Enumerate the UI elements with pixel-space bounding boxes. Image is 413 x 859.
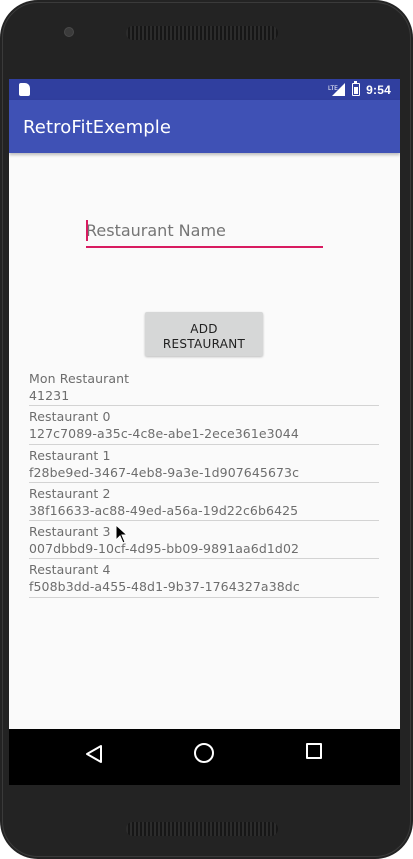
add-restaurant-button[interactable]: ADD RESTAURANT (145, 312, 263, 356)
mouse-pointer-icon (115, 524, 129, 544)
restaurant-id: f508b3dd-a455-48d1-9b37-1764327a38dc (29, 579, 300, 595)
list-item[interactable]: Mon Restaurant 41231 (29, 368, 379, 407)
battery-charging-icon (352, 81, 361, 96)
restaurant-name: Restaurant 3 (29, 524, 111, 540)
home-icon[interactable] (194, 743, 214, 763)
status-time: 9:54 (366, 82, 391, 97)
restaurant-list: Mon Restaurant 41231 Restaurant 0 127c70… (29, 368, 379, 598)
status-bar-right: LTE 9:54 (328, 81, 391, 98)
top-speaker-grille (126, 26, 278, 40)
phone-frame: LTE 9:54 RetroFitExemple ADD RESTAURANT … (0, 0, 413, 859)
sd-card-icon (19, 83, 30, 96)
restaurant-id: 127c7089-a35c-4c8e-abe1-2ece361e3044 (29, 426, 299, 442)
app-bar: RetroFitExemple (9, 100, 400, 153)
restaurant-name: Restaurant 4 (29, 562, 111, 578)
app-title: RetroFitExemple (23, 117, 172, 138)
no-sim-signal-icon: LTE (328, 83, 346, 96)
svg-text:LTE: LTE (328, 85, 338, 92)
restaurant-id: 41231 (29, 388, 70, 403)
bottom-speaker-grille (126, 822, 278, 836)
front-camera (64, 27, 74, 37)
text-caret (86, 220, 88, 241)
status-bar: LTE 9:54 (9, 79, 400, 100)
restaurant-id: 38f16633-ac88-49ed-a56a-19d22c6b6425 (29, 502, 299, 518)
list-item[interactable]: Restaurant 3 007dbbd9-10cf-4d95-bb09-989… (29, 521, 379, 560)
list-item[interactable]: Restaurant 0 127c7089-a35c-4c8e-abe1-2ec… (29, 406, 379, 445)
list-item[interactable]: Restaurant 4 f508b3dd-a455-48d1-9b37-176… (29, 559, 379, 598)
back-icon[interactable] (83, 743, 105, 765)
list-item[interactable]: Restaurant 2 38f16633-ac88-49ed-a56a-19d… (29, 483, 379, 522)
list-item[interactable]: Restaurant 1 f28be9ed-3467-4eb8-9a3e-1d9… (29, 445, 379, 483)
restaurant-name: Restaurant 2 (29, 485, 111, 501)
restaurant-name: Mon Restaurant (29, 371, 130, 386)
recent-apps-icon[interactable] (306, 743, 322, 759)
restaurant-id: f28be9ed-3467-4eb8-9a3e-1d907645673c (29, 464, 300, 480)
add-restaurant-button-label: ADD RESTAURANT (162, 322, 246, 351)
device-screen: LTE 9:54 RetroFitExemple ADD RESTAURANT … (9, 79, 400, 785)
restaurant-name-input[interactable] (86, 215, 323, 248)
restaurant-id: 007dbbd9-10cf-4d95-bb09-9891aa6d1d02 (29, 541, 300, 557)
restaurant-name: Restaurant 1 (29, 447, 111, 463)
navigation-bar (9, 729, 400, 785)
restaurant-name: Restaurant 0 (29, 409, 111, 425)
